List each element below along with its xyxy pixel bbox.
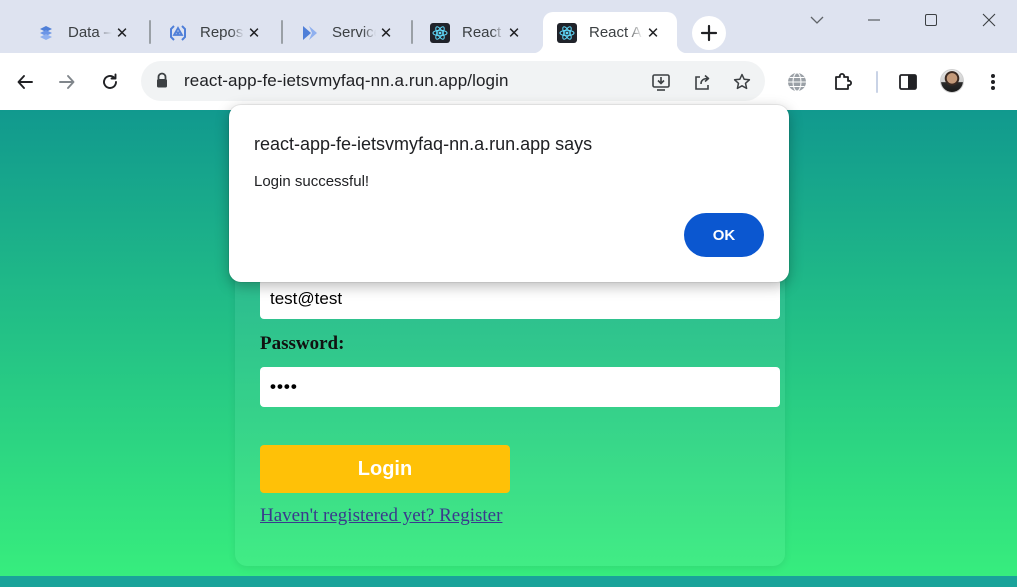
close-icon xyxy=(982,13,996,27)
reload-button[interactable] xyxy=(95,67,125,97)
address-bar[interactable]: react-app-fe-ietsvmyfaq-nn.a.run.app/log… xyxy=(141,61,765,101)
tab-separator xyxy=(149,20,151,44)
tab-firestore[interactable]: Data – Cloud Firestore ✕ xyxy=(22,12,146,53)
share-icon[interactable] xyxy=(690,70,714,94)
side-panel-icon xyxy=(899,74,917,90)
tab-title: React App xyxy=(462,24,504,41)
puzzle-icon xyxy=(835,73,852,90)
maximize-button[interactable] xyxy=(916,8,946,32)
firestore-icon xyxy=(36,23,56,43)
tab-separator xyxy=(281,20,283,44)
avatar[interactable] xyxy=(940,69,964,93)
dialog-message: Login successful! xyxy=(254,173,370,190)
page-bottom-strip xyxy=(0,576,1017,587)
new-tab-button[interactable] xyxy=(692,16,726,50)
tab-separator xyxy=(411,20,413,44)
lock-icon[interactable] xyxy=(155,72,169,94)
password-field[interactable] xyxy=(260,367,780,407)
dialog-title: react-app-fe-ietsvmyfaq-nn.a.run.app say… xyxy=(254,134,593,154)
tab-strip: Data – Cloud Firestore ✕ Repositories – … xyxy=(0,0,1017,53)
tab-title: Services – Cloud Run xyxy=(332,24,376,41)
minimize-icon xyxy=(868,19,880,21)
star-icon[interactable] xyxy=(730,70,754,94)
register-link[interactable]: Haven't registered yet? Register xyxy=(260,505,502,527)
ok-button[interactable]: OK xyxy=(684,213,764,257)
close-icon[interactable]: ✕ xyxy=(244,23,264,43)
react-icon xyxy=(557,22,577,43)
toolbar-divider xyxy=(876,71,878,93)
maximize-icon xyxy=(925,14,937,26)
forward-button[interactable] xyxy=(52,67,82,97)
browser-toolbar: react-app-fe-ietsvmyfaq-nn.a.run.app/log… xyxy=(0,53,1017,110)
tab-react-app[interactable]: React App ✕ xyxy=(416,12,538,53)
arrow-right-icon xyxy=(59,75,75,89)
plus-icon xyxy=(700,24,718,42)
tab-title: Repositories – Artifact Registry xyxy=(200,24,244,41)
cloud-run-icon xyxy=(300,23,320,43)
extensions-button[interactable] xyxy=(828,67,858,97)
close-icon[interactable]: ✕ xyxy=(504,23,524,43)
close-icon[interactable]: ✕ xyxy=(643,23,663,43)
reload-icon xyxy=(103,73,117,89)
url-text[interactable]: react-app-fe-ietsvmyfaq-nn.a.run.app/log… xyxy=(184,71,509,91)
tab-react-app-active[interactable]: React App ✕ xyxy=(533,12,687,53)
artifact-registry-icon xyxy=(168,23,188,43)
globe-icon xyxy=(788,72,806,92)
password-label: Password: xyxy=(260,333,345,354)
minimize-button[interactable] xyxy=(859,8,889,32)
install-app-icon[interactable] xyxy=(649,70,673,94)
side-panel-button[interactable] xyxy=(893,67,923,97)
tab-search-button[interactable] xyxy=(802,8,832,32)
alert-dialog: react-app-fe-ietsvmyfaq-nn.a.run.app say… xyxy=(229,105,789,282)
back-button[interactable] xyxy=(10,67,40,97)
arrow-left-icon xyxy=(17,75,33,89)
vpn-extension-button[interactable] xyxy=(782,67,812,97)
tab-title: React App xyxy=(589,24,643,41)
email-field[interactable] xyxy=(260,279,780,319)
menu-button[interactable] xyxy=(978,67,1008,97)
react-icon xyxy=(430,22,450,43)
close-icon[interactable]: ✕ xyxy=(112,23,132,43)
more-vert-icon xyxy=(991,74,995,90)
tab-cloud-run[interactable]: Services – Cloud Run ✕ xyxy=(286,12,410,53)
tab-title: Data – Cloud Firestore xyxy=(68,24,112,41)
close-icon[interactable]: ✕ xyxy=(376,23,396,43)
tab-artifact-registry[interactable]: Repositories – Artifact Registry ✕ xyxy=(154,12,278,53)
close-window-button[interactable] xyxy=(974,8,1004,32)
chevron-down-icon xyxy=(810,16,824,24)
login-button[interactable]: Login xyxy=(260,445,510,493)
